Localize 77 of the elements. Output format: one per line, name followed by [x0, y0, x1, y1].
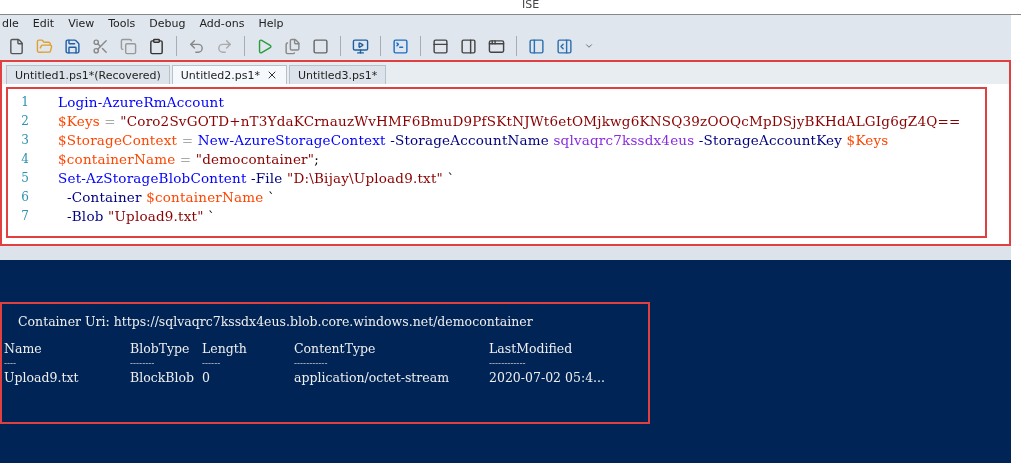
operator: = — [103, 112, 117, 129]
variable-name: $containerName — [146, 188, 264, 205]
variable-name: $containerName — [58, 150, 176, 167]
table-cell-text: Upload9.txt — [4, 370, 80, 385]
editor-tab[interactable]: Untitled1.ps1*(Recovered) — [6, 65, 170, 84]
menu-item[interactable]: Debug — [149, 17, 186, 30]
string-literal: "D:\Bijay\Upload9.txt" — [287, 169, 443, 186]
column-header: LastModified — [489, 341, 574, 356]
line-number: 7 — [20, 208, 30, 223]
parameter-name: -StorageAccountKey — [697, 131, 844, 148]
header-underline: ---- — [4, 358, 18, 368]
panel-right-icon[interactable] — [460, 37, 477, 55]
monitor-icon[interactable] — [352, 37, 369, 55]
new-file-icon[interactable] — [8, 37, 25, 55]
variable-name: $Keys — [58, 112, 100, 129]
terminal-icon[interactable] — [392, 37, 409, 55]
header-underline: ------ — [202, 358, 222, 368]
column-header: ContentType — [294, 341, 377, 356]
clipboard-icon[interactable] — [148, 37, 165, 55]
menu-item[interactable]: Tools — [108, 17, 136, 30]
panel-open-icon[interactable] — [556, 37, 573, 55]
undo-icon[interactable] — [188, 37, 205, 55]
string-literal: "Coro2SvGOTD+nT3YdaKCrnauzWvHMF6BmuD9PfSKtNJWt6etOMjkwg6KNSQ39zOOQcMpDSjyBKHdALGIg6gZ4Q== — [120, 112, 961, 129]
string-literal: "democontainer" — [195, 150, 315, 167]
stop-icon[interactable] — [312, 37, 329, 55]
parameter-name: -StorageAccountName — [389, 131, 550, 148]
line-number: 6 — [20, 189, 30, 204]
menu-item[interactable]: Add-ons — [199, 17, 245, 30]
operator: = — [180, 131, 195, 148]
window-icon[interactable] — [488, 37, 505, 55]
table-cell: BlockBlob — [130, 370, 194, 385]
column-header: BlobType — [130, 341, 191, 356]
cmdlet-name: New-AzureStorageContext — [197, 131, 386, 148]
menu-item[interactable]: View — [68, 17, 95, 30]
line-number: 2 — [20, 113, 30, 128]
header-underline: ------------ — [489, 358, 527, 368]
panel-top-icon[interactable] — [432, 37, 449, 55]
argument-value: sqlvaqrc7kssdx4eus — [553, 131, 695, 148]
string-literal: "Upload9.txt" — [108, 207, 204, 224]
play-icon[interactable] — [256, 37, 273, 55]
table-cell-text: application/octet-stream — [294, 370, 451, 385]
cmdlet-name: Set-AzStorageBlobContent — [58, 169, 247, 186]
punctuation: ; — [314, 150, 319, 167]
console-text: Container Uri: https://sqlvaqrc7kssdx4eus.blob.core.windows.net/democontainer — [18, 314, 534, 329]
punctuation: ` — [446, 169, 455, 186]
copy-icon[interactable] — [120, 37, 137, 55]
header-underline: -------- — [130, 358, 156, 368]
parameter-name: -Container — [65, 188, 143, 205]
files-icon[interactable] — [284, 37, 301, 55]
column-header: Name — [4, 341, 43, 356]
punctuation: ` — [266, 188, 275, 205]
save-icon[interactable] — [64, 37, 81, 55]
punctuation: ` — [207, 207, 216, 224]
script-editor[interactable] — [6, 87, 987, 238]
line-number: 4 — [20, 151, 30, 166]
parameter-name: -Blob — [65, 207, 105, 224]
operator: = — [178, 150, 193, 167]
menu-item[interactable]: dle — [2, 17, 19, 30]
menu-item[interactable]: Help — [258, 17, 284, 30]
variable-name: $StorageContext — [58, 131, 178, 148]
cmdlet-name: Login-AzureRmAccount — [58, 93, 225, 110]
header-underline: ----------- — [294, 358, 329, 368]
scissors-icon[interactable] — [92, 37, 109, 55]
window-title: ISE — [521, 0, 540, 10]
table-cell-text: 2020-07-02 05:4... — [489, 370, 607, 385]
column-header: Length — [202, 341, 248, 356]
chevron-down-icon[interactable] — [584, 41, 594, 51]
editor-tab[interactable]: Untitled2.ps1* — [171, 65, 288, 84]
table-cell-text: 0 — [202, 370, 211, 385]
line-number: 3 — [20, 132, 30, 147]
editor-tab[interactable]: Untitled3.ps1* — [289, 65, 387, 84]
line-number: 1 — [20, 94, 30, 109]
variable-name: $Keys — [846, 131, 889, 148]
menu-item[interactable]: Edit — [32, 17, 55, 30]
panel-left-icon[interactable] — [528, 37, 545, 55]
parameter-name: -File — [250, 169, 284, 186]
line-number: 5 — [20, 170, 30, 185]
